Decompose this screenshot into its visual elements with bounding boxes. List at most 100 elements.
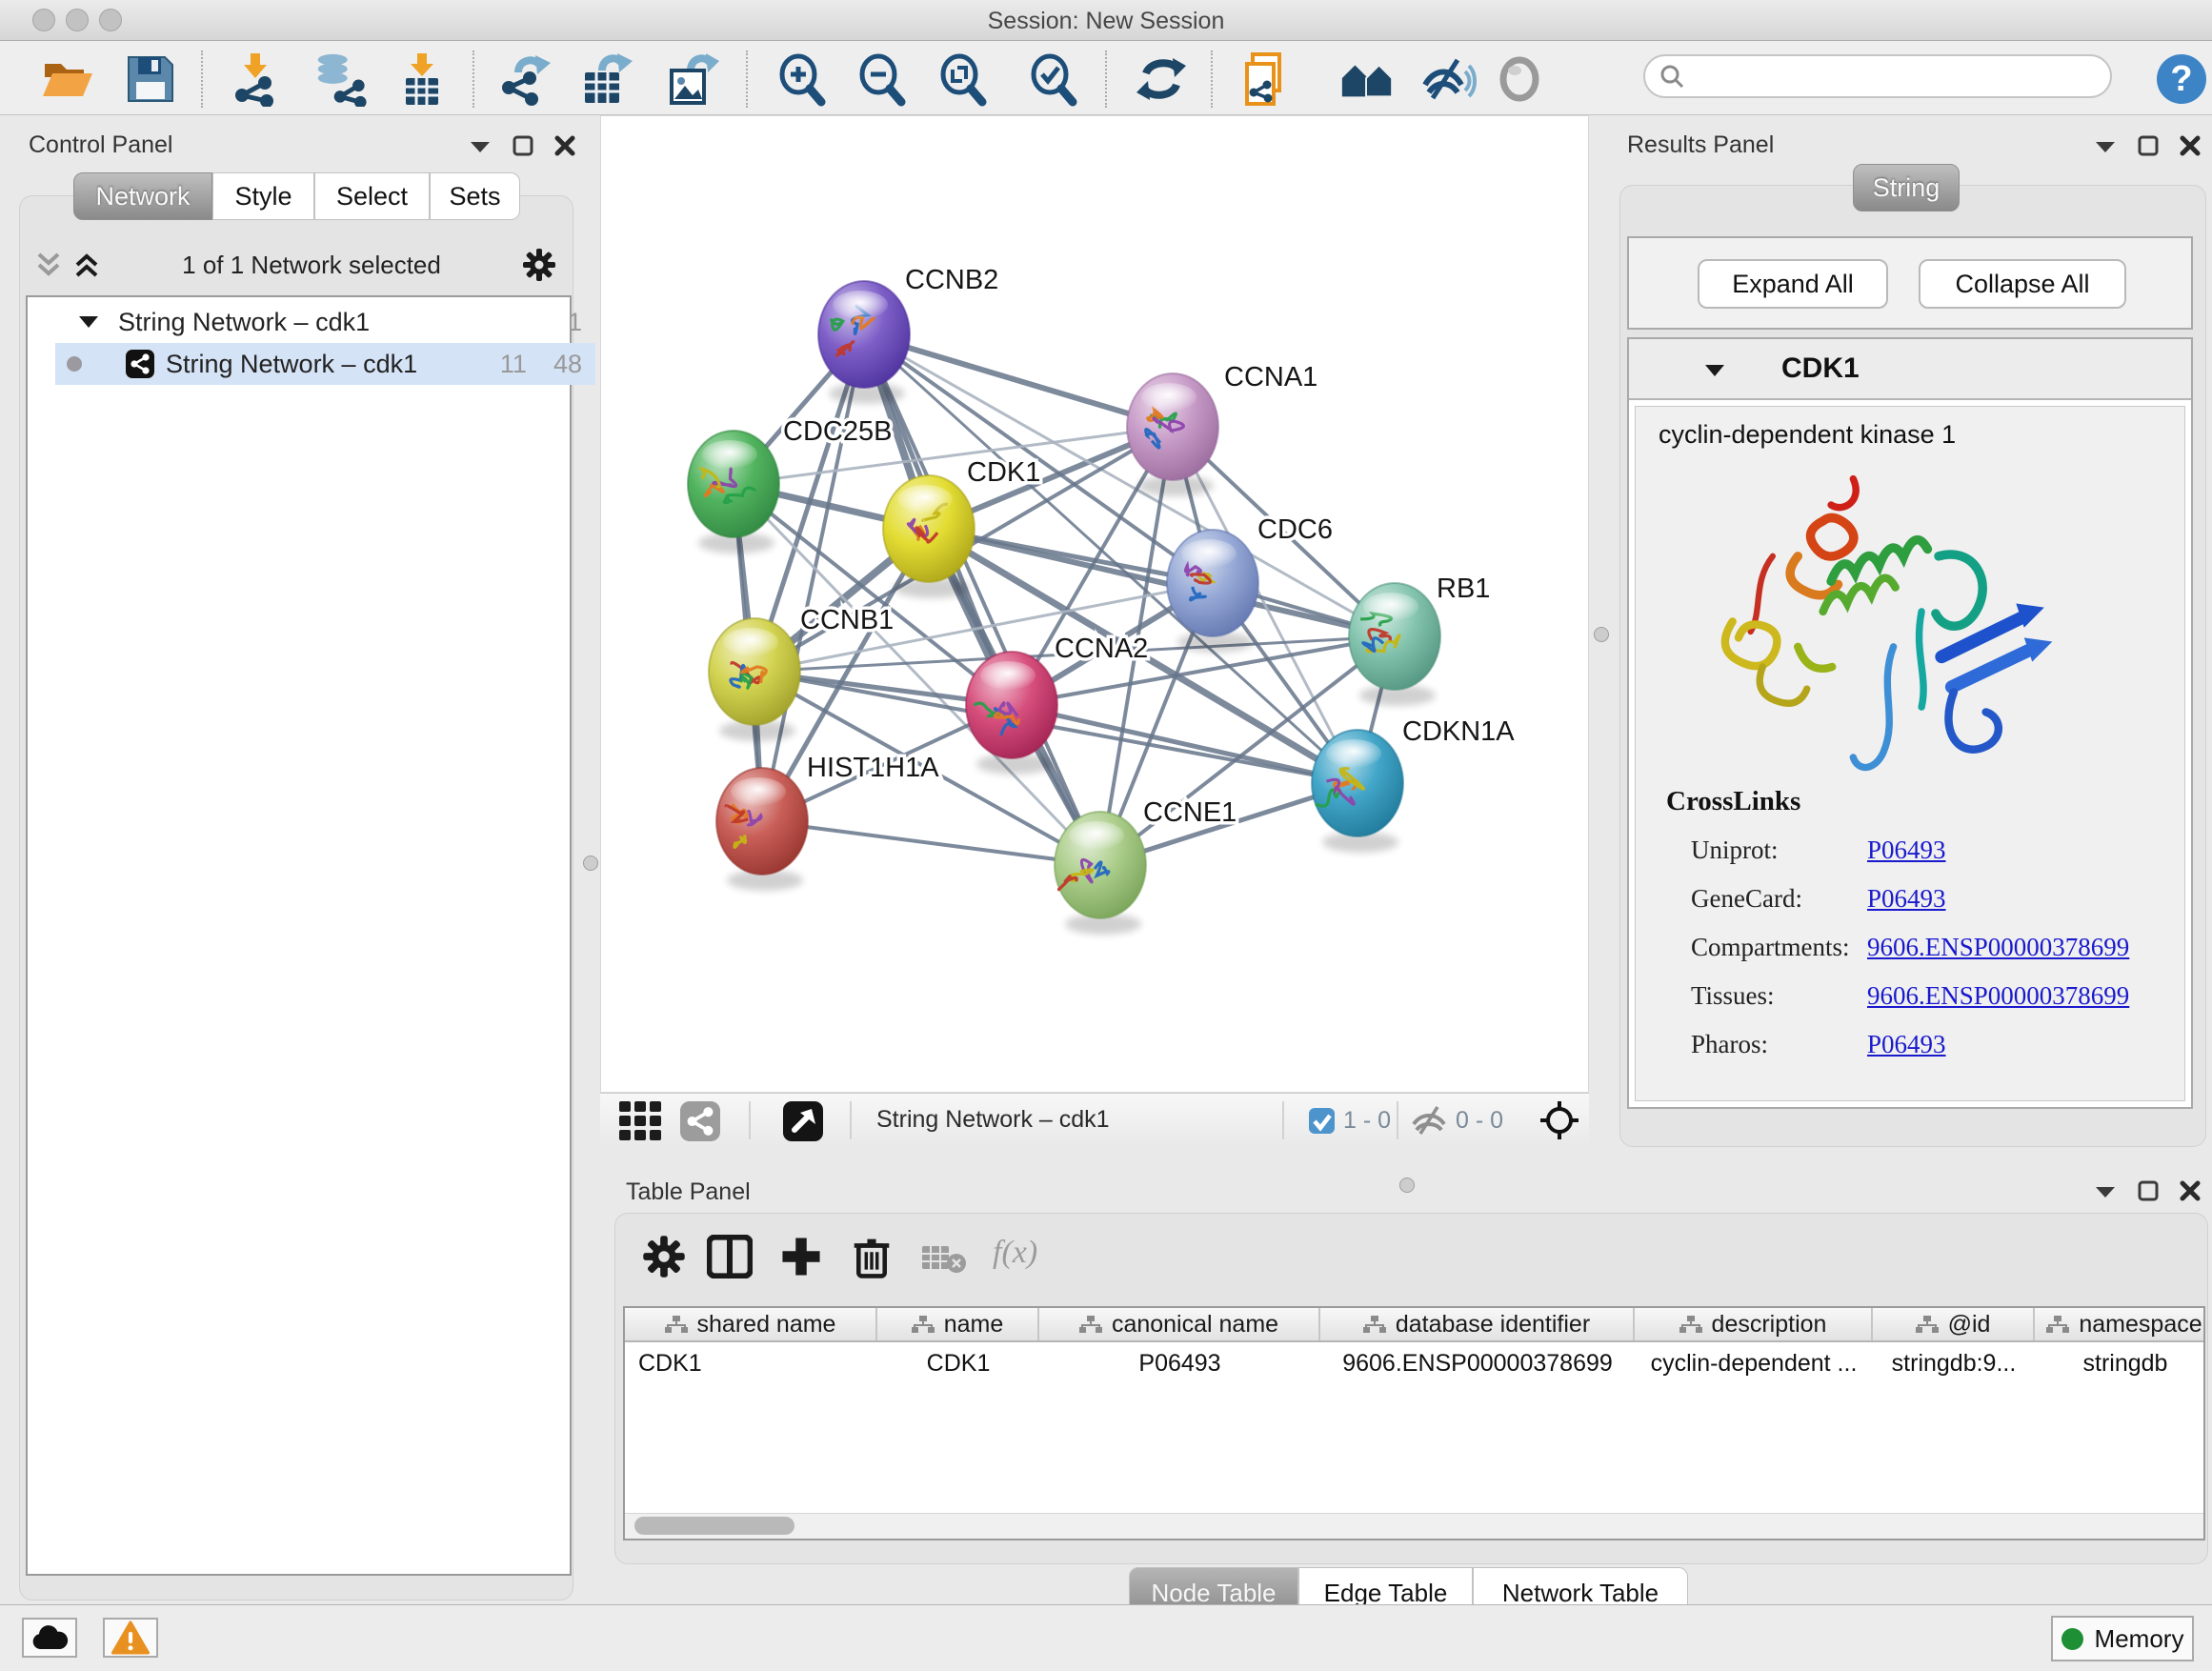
- network-node-CDC25B[interactable]: [688, 431, 779, 537]
- cloud-status-button[interactable]: [22, 1618, 77, 1658]
- fit-selected-crosshair-icon[interactable]: [1538, 1099, 1580, 1141]
- close-panel-icon[interactable]: [2180, 135, 2201, 156]
- collapse-all-icon[interactable]: [34, 251, 63, 279]
- network-node-CCNE1[interactable]: [1055, 812, 1146, 918]
- network-collection-row[interactable]: String Network – cdk1 1: [55, 301, 595, 343]
- birdseye-grid-icon[interactable]: [619, 1101, 663, 1141]
- open-in-new-window-icon[interactable]: [783, 1101, 823, 1141]
- network-edge[interactable]: [762, 821, 1100, 865]
- toolbar-separator: [201, 50, 203, 108]
- network-node-RB1[interactable]: [1349, 583, 1440, 690]
- column-header-name[interactable]: name: [877, 1308, 1039, 1340]
- import-network-file-icon[interactable]: [227, 52, 284, 106]
- column-header--id[interactable]: @id: [1873, 1308, 2035, 1340]
- expand-all-button[interactable]: Expand All: [1698, 259, 1888, 309]
- section-expander-icon[interactable]: [1703, 362, 1726, 378]
- float-panel-icon[interactable]: [2138, 1180, 2159, 1201]
- export-network-icon[interactable]: [497, 52, 554, 106]
- crosslink-value-link[interactable]: 9606.ENSP00000378699: [1867, 981, 2129, 1011]
- float-panel-icon[interactable]: [2138, 135, 2159, 156]
- network-node-CCNA2[interactable]: [966, 652, 1057, 758]
- import-table-icon[interactable]: [393, 52, 451, 106]
- export-image-icon[interactable]: [663, 52, 720, 106]
- network-node-HIST1H1A[interactable]: [716, 768, 808, 875]
- hide-selected-icon[interactable]: [1419, 52, 1477, 106]
- table-gear-icon[interactable]: [642, 1235, 686, 1278]
- tab-network[interactable]: Network: [73, 172, 212, 220]
- network-edge[interactable]: [864, 334, 1100, 865]
- network-edge[interactable]: [864, 334, 1173, 427]
- network-node-CDC6[interactable]: [1167, 530, 1258, 636]
- new-network-from-selection-icon[interactable]: [1238, 52, 1296, 106]
- function-builder-icon: f(x): [993, 1235, 1037, 1271]
- search-input[interactable]: [1695, 62, 2097, 91]
- close-panel-icon[interactable]: [2180, 1180, 2201, 1201]
- tab-select[interactable]: Select: [314, 172, 430, 220]
- collapse-all-button[interactable]: Collapse All: [1919, 259, 2126, 309]
- node-section-header[interactable]: CDK1: [1629, 339, 2191, 400]
- crosslink-row: Uniprot:P06493: [1691, 826, 2167, 875]
- table-cell: CDK1: [625, 1342, 877, 1384]
- refresh-icon[interactable]: [1133, 52, 1190, 106]
- network-node-CDK1[interactable]: [883, 475, 975, 582]
- add-column-icon[interactable]: [779, 1235, 823, 1278]
- network-options-gear-icon[interactable]: [522, 248, 556, 282]
- column-header-description[interactable]: description: [1635, 1308, 1873, 1340]
- zoom-fit-icon[interactable]: [935, 52, 992, 106]
- network-node-CCNB1[interactable]: [709, 618, 800, 725]
- zoom-selected-icon[interactable]: [1025, 52, 1082, 106]
- search-icon: [1659, 63, 1685, 90]
- tab-style[interactable]: Style: [212, 172, 314, 220]
- network-row-selected[interactable]: String Network – cdk1 11 48: [55, 343, 595, 385]
- network-collection-label: String Network – cdk1: [118, 308, 370, 337]
- status-bar: Memory: [0, 1604, 2212, 1671]
- zoom-out-icon[interactable]: [854, 52, 911, 106]
- expand-all-icon[interactable]: [72, 251, 101, 279]
- crosslink-value-link[interactable]: 9606.ENSP00000378699: [1867, 933, 2129, 962]
- panel-menu-icon[interactable]: [469, 138, 492, 153]
- selected-nodes-checkbox-icon[interactable]: [1309, 1108, 1335, 1134]
- close-panel-icon[interactable]: [554, 135, 575, 156]
- delete-column-icon[interactable]: [852, 1235, 892, 1280]
- help-icon[interactable]: ?: [2153, 52, 2210, 106]
- column-header-namespace[interactable]: namespace: [2035, 1308, 2205, 1340]
- export-table-icon[interactable]: [576, 52, 633, 106]
- zoom-in-icon[interactable]: [774, 52, 831, 106]
- column-header-canonical-name[interactable]: canonical name: [1039, 1308, 1320, 1340]
- show-columns-icon[interactable]: [707, 1235, 753, 1278]
- network-row-label: String Network – cdk1: [166, 350, 417, 379]
- column-header-database-identifier[interactable]: database identifier: [1320, 1308, 1635, 1340]
- right-splitter-handle[interactable]: [1594, 627, 1609, 642]
- node-label-CCNA2: CCNA2: [1055, 634, 1148, 664]
- node-label-CDK1: CDK1: [967, 457, 1040, 488]
- show-all-icon[interactable]: [1491, 52, 1548, 106]
- crosslink-value-link[interactable]: P06493: [1867, 1030, 1946, 1059]
- import-network-database-icon[interactable]: [311, 52, 368, 106]
- toolbar-separator: [746, 50, 748, 108]
- crosslink-value-link[interactable]: P06493: [1867, 884, 1946, 914]
- column-header-shared-name[interactable]: shared name: [625, 1308, 877, 1340]
- node-section-content: cyclin-dependent kinase 1: [1635, 406, 2185, 1101]
- tab-string[interactable]: String: [1853, 164, 1960, 211]
- save-session-icon[interactable]: [122, 52, 179, 106]
- memory-button[interactable]: Memory: [2051, 1616, 2194, 1661]
- crosslink-value-link[interactable]: P06493: [1867, 836, 1946, 865]
- network-edge[interactable]: [1012, 705, 1357, 783]
- table-row[interactable]: CDK1CDK1P064939606.ENSP00000378699cyclin…: [625, 1342, 2203, 1384]
- tab-sets[interactable]: Sets: [430, 172, 520, 220]
- network-node-CCNB2[interactable]: [818, 281, 910, 388]
- first-neighbors-icon[interactable]: [1338, 52, 1396, 106]
- panel-menu-icon[interactable]: [2094, 138, 2117, 153]
- network-node-CDKN1A[interactable]: [1312, 730, 1403, 836]
- panel-menu-icon[interactable]: [2094, 1183, 2117, 1198]
- search-box[interactable]: [1643, 54, 2112, 98]
- warnings-button[interactable]: [103, 1618, 158, 1658]
- network-node-CCNA1[interactable]: [1127, 373, 1218, 480]
- network-overview-share-icon[interactable]: [680, 1101, 720, 1141]
- network-list: String Network – cdk1 1 String Network –…: [26, 295, 572, 1576]
- hscrollbar-thumb[interactable]: [634, 1517, 794, 1535]
- tree-expander-icon[interactable]: [78, 314, 99, 330]
- open-session-icon[interactable]: [39, 52, 96, 106]
- left-splitter-handle[interactable]: [583, 856, 598, 871]
- float-panel-icon[interactable]: [513, 135, 533, 156]
